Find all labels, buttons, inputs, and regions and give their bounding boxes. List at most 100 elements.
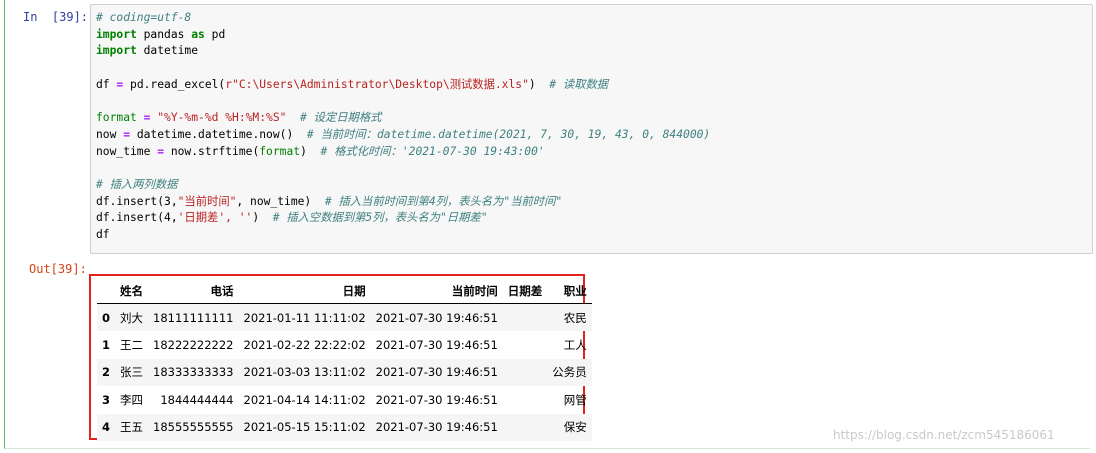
code-line-8: now = datetime.datetime.now() # 当前时间：dat… bbox=[96, 127, 710, 144]
table-cell: 18111111111 bbox=[153, 310, 234, 325]
code-text: datetime.datetime.now() bbox=[130, 127, 307, 141]
code-line-14: df bbox=[96, 227, 710, 244]
column-header: 日期 bbox=[238, 278, 371, 304]
code-comment: # 设定日期格式 bbox=[286, 111, 382, 125]
column-header: 日期差 bbox=[502, 278, 548, 304]
code-text: ) bbox=[300, 144, 321, 158]
table-header-row: 姓名 电话 日期 当前时间 日期差 职业 bbox=[97, 278, 592, 304]
code-text: df bbox=[96, 227, 110, 241]
code-comment: # 插入两列数据 bbox=[96, 177, 178, 191]
code-text: df.insert(3, bbox=[96, 194, 178, 208]
table-cell bbox=[503, 359, 548, 387]
table-cell: 保安 bbox=[563, 420, 587, 435]
row-index: 0 bbox=[102, 310, 111, 325]
code-text: ) bbox=[252, 211, 273, 225]
table-cell: 2021-07-30 19:46:51 bbox=[375, 392, 498, 407]
code-string: "%Y-%m-%d %H:%M:%S" bbox=[157, 111, 287, 125]
column-header: 职业 bbox=[547, 278, 592, 304]
code-comment: # 插入空数据到第5列，表头名为"日期差" bbox=[272, 211, 488, 225]
code-operator: = bbox=[157, 144, 165, 158]
column-header: 电话 bbox=[148, 278, 239, 304]
code-text: df.insert(4, bbox=[96, 211, 178, 225]
code-keyword: import bbox=[96, 27, 137, 41]
code-builtin: format bbox=[259, 144, 301, 158]
watermark: https://blog.csdn.net/zcm545186061 bbox=[833, 428, 1055, 442]
table-cell bbox=[503, 304, 548, 332]
table-row: 3 李四 1844444444 2021-04-14 14:11:02 2021… bbox=[97, 386, 592, 414]
code-comment: # 插入当前时间到第4列，表头名为"当前时间" bbox=[324, 194, 563, 208]
table-cell: 2021-01-11 11:11:02 bbox=[243, 310, 366, 325]
code-operator: = bbox=[123, 127, 131, 141]
code-line-9: now_time = now.strftime(format) # 格式化时间：… bbox=[96, 144, 710, 161]
code-text: datetime bbox=[136, 44, 199, 58]
code-editor[interactable]: # coding=utf-8 import pandas as pd import … bbox=[90, 4, 1093, 254]
table-cell: 王五 bbox=[120, 420, 144, 435]
code-line-5: df = pd.read_excel(r"C:\Users\Administra… bbox=[96, 77, 710, 94]
code-string: '日期差', '' bbox=[177, 211, 253, 225]
code-text: pd.read_excel( bbox=[123, 77, 226, 91]
code-line-1: # coding=utf-8 bbox=[96, 10, 710, 27]
table-cell: 2021-07-30 19:46:51 bbox=[375, 337, 498, 352]
code-comment: # 当前时间：datetime.datetime(2021, 7, 30, 19… bbox=[306, 127, 711, 141]
code-text: now.strftime( bbox=[164, 144, 260, 158]
code-string: "当前时间" bbox=[177, 194, 237, 208]
code-block: # coding=utf-8 import pandas as pd import … bbox=[96, 10, 710, 244]
row-index: 4 bbox=[102, 420, 111, 435]
table-cell: 2021-07-30 19:46:51 bbox=[375, 420, 498, 435]
code-comment: # 读取数据 bbox=[549, 77, 609, 91]
code-operator: = bbox=[136, 111, 158, 125]
table-cell: 李四 bbox=[120, 392, 144, 407]
code-text: , now_time) bbox=[236, 194, 325, 208]
column-header: 姓名 bbox=[115, 278, 149, 304]
code-line-7: format = "%Y-%m-%d %H:%M:%S" # 设定日期格式 bbox=[96, 110, 710, 127]
row-index: 2 bbox=[102, 365, 111, 380]
table-cell: 1844444444 bbox=[160, 392, 234, 407]
table-cell: 王二 bbox=[120, 337, 144, 352]
dataframe-table: 姓名 电话 日期 当前时间 日期差 职业 0 刘大 18111111111 20… bbox=[97, 278, 592, 441]
code-comment: # 格式化时间：'2021-07-30 19:43:00' bbox=[320, 144, 545, 158]
code-text: now_time bbox=[96, 144, 158, 158]
table-cell: 工人 bbox=[563, 337, 587, 352]
table-cell: 2021-05-15 15:11:02 bbox=[243, 420, 366, 435]
code-text: now bbox=[96, 127, 124, 141]
code-keyword: as bbox=[191, 27, 205, 41]
code-comment: # coding=utf-8 bbox=[96, 11, 192, 24]
output-prompt: Out[39]: bbox=[29, 262, 87, 276]
column-header: 当前时间 bbox=[370, 278, 503, 304]
table-cell: 18222222222 bbox=[153, 337, 234, 352]
table-cell: 18555555555 bbox=[153, 420, 234, 435]
table-cell: 2021-02-22 22:22:02 bbox=[243, 337, 366, 352]
table-cell: 2021-07-30 19:46:51 bbox=[375, 365, 498, 380]
table-row: 4 王五 18555555555 2021-05-15 15:11:02 202… bbox=[97, 413, 592, 442]
table-cell: 网管 bbox=[563, 392, 587, 407]
code-keyword: import bbox=[96, 44, 137, 58]
row-index: 1 bbox=[102, 337, 111, 352]
table-cell bbox=[503, 386, 548, 414]
dataframe-output: 姓名 电话 日期 当前时间 日期差 职业 0 刘大 18111111111 20… bbox=[89, 274, 592, 441]
table-cell bbox=[503, 331, 548, 359]
table-cell: 2021-04-14 14:11:02 bbox=[243, 392, 366, 407]
code-text: df bbox=[96, 77, 117, 91]
table-cell: 公务员 bbox=[552, 365, 587, 380]
row-index: 3 bbox=[102, 392, 111, 407]
table-row: 1 王二 18222222222 2021-02-22 22:22:02 202… bbox=[97, 331, 592, 359]
code-line-12: df.insert(3,"当前时间", now_time) # 插入当前时间到第… bbox=[96, 194, 710, 211]
table-cell: 农民 bbox=[563, 310, 587, 325]
input-prompt: In [39]: bbox=[23, 10, 89, 24]
table-cell: 张三 bbox=[120, 365, 144, 380]
code-text: pandas bbox=[136, 27, 192, 41]
index-header bbox=[97, 278, 116, 304]
table-cell: 刘大 bbox=[120, 310, 144, 325]
code-string: r"C:\Users\Administrator\Desktop\测试数据.xl… bbox=[225, 77, 529, 91]
table-cell: 18333333333 bbox=[153, 365, 234, 380]
table-cell: 2021-07-30 19:46:51 bbox=[375, 310, 498, 325]
code-line-13: df.insert(4,'日期差', '') # 插入空数据到第5列，表头名为"… bbox=[96, 210, 710, 227]
code-text: pd bbox=[204, 27, 226, 41]
code-builtin: format bbox=[96, 111, 137, 125]
code-line-11: # 插入两列数据 bbox=[96, 177, 710, 194]
table-row: 2 张三 18333333333 2021-03-03 13:11:02 202… bbox=[97, 358, 592, 387]
notebook-cell[interactable]: In [39]: # coding=utf-8 import pandas as … bbox=[4, 0, 1093, 449]
table-cell bbox=[503, 414, 548, 442]
